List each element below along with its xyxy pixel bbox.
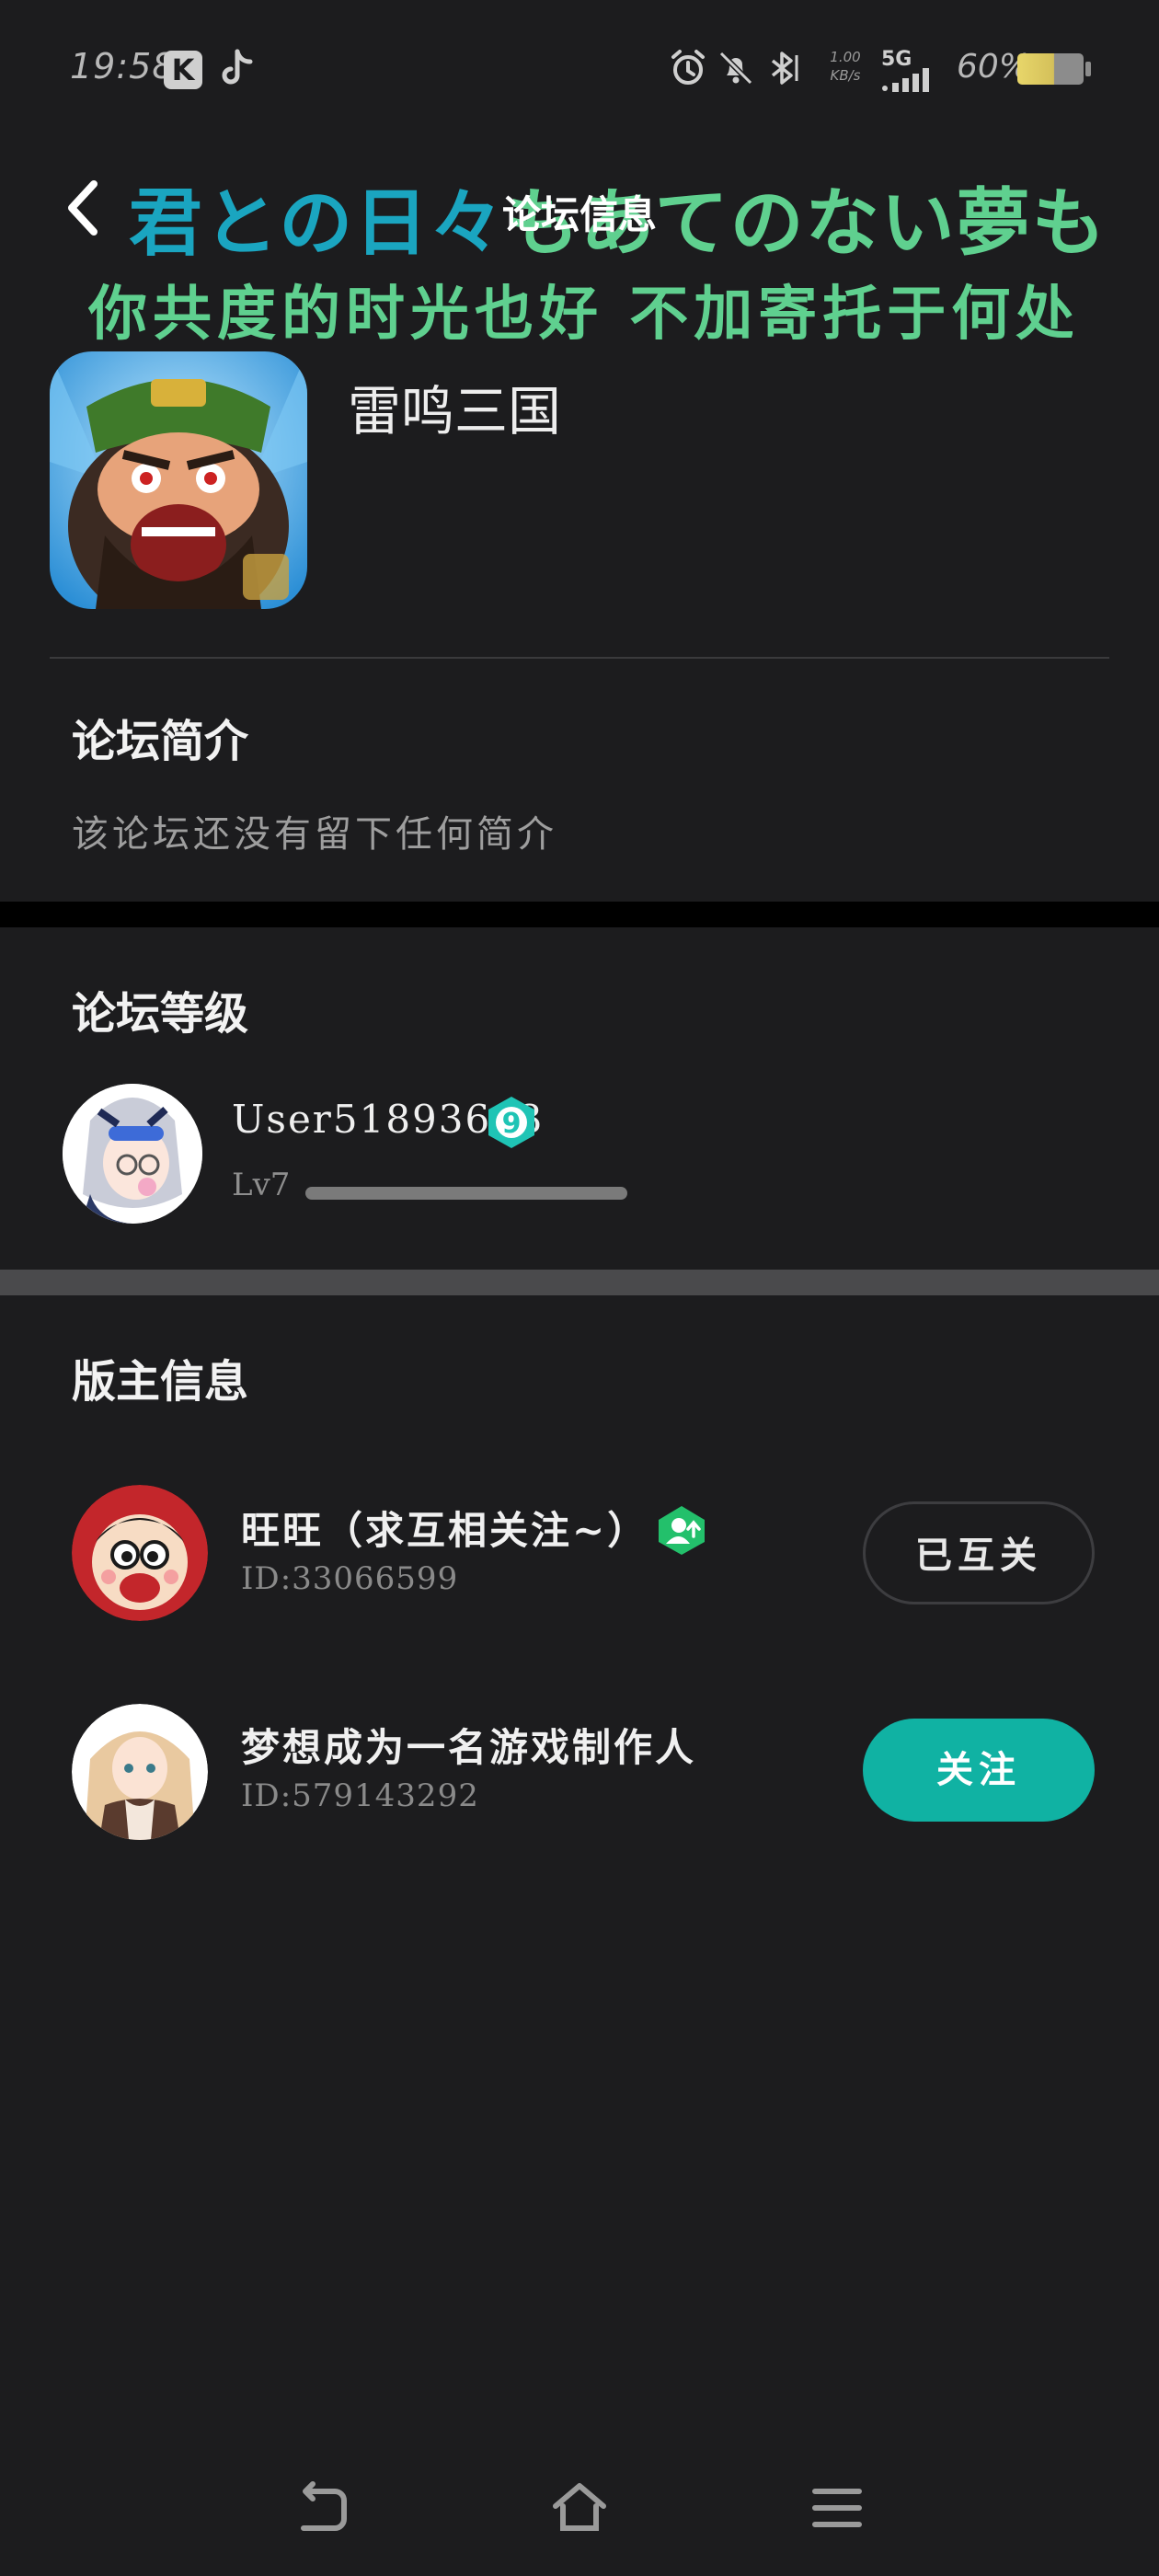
k-app-icon: K [164,51,202,89]
level-badge-icon: 9 [488,1097,534,1148]
level-label: Lv7 [232,1167,291,1203]
user-up-badge-icon [659,1506,705,1555]
moderator-id: ID:33066599 [241,1560,459,1597]
avatar[interactable] [72,1704,208,1840]
floating-lyric-cn: 你共度的时光也好 不加寄托于何处 [88,280,1073,349]
alarm-icon [671,50,705,85]
status-time: 19:58 [70,46,176,86]
status-bar: 19:58 K 1.00 KB/s 5G 60% [0,0,1159,138]
bell-off-icon [718,51,753,86]
signal-icon [882,68,929,92]
moderator-name: 旺旺（求互相关注~） [241,1508,649,1553]
moderator-name: 梦想成为一名游戏制作人 [241,1725,697,1770]
moderators-heading: 版主信息 [72,1356,249,1408]
menu-nav-icon[interactable] [808,2478,866,2537]
battery-icon [1017,53,1084,85]
home-nav-icon[interactable] [550,2478,609,2537]
forum-game-icon [50,351,307,609]
mutual-follow-button[interactable]: 已互关 [863,1501,1095,1604]
level-progress-bar [305,1187,627,1200]
page-title: 论坛信息 [501,192,657,237]
battery-tip [1085,62,1091,76]
avatar[interactable] [63,1084,202,1224]
avatar[interactable] [72,1485,208,1621]
intro-text: 该论坛还没有留下任何简介 [72,813,557,856]
section-separator [0,1270,1159,1295]
forum-name: 雷鸣三国 [348,380,562,443]
back-nav-icon[interactable] [293,2478,351,2537]
divider [50,657,1109,659]
level-badge-number: 9 [502,1108,522,1140]
tiktok-icon [217,48,256,90]
chevron-left-icon[interactable] [61,177,105,239]
follow-button[interactable]: 关注 [863,1719,1095,1822]
intro-heading: 论坛简介 [72,716,249,767]
level-heading: 论坛等级 [72,988,249,1040]
moderator-id: ID:579143292 [241,1777,479,1814]
net-speed: 1.00 KB/s [830,49,861,84]
bluetooth-icon [771,52,798,85]
section-separator [0,902,1159,927]
